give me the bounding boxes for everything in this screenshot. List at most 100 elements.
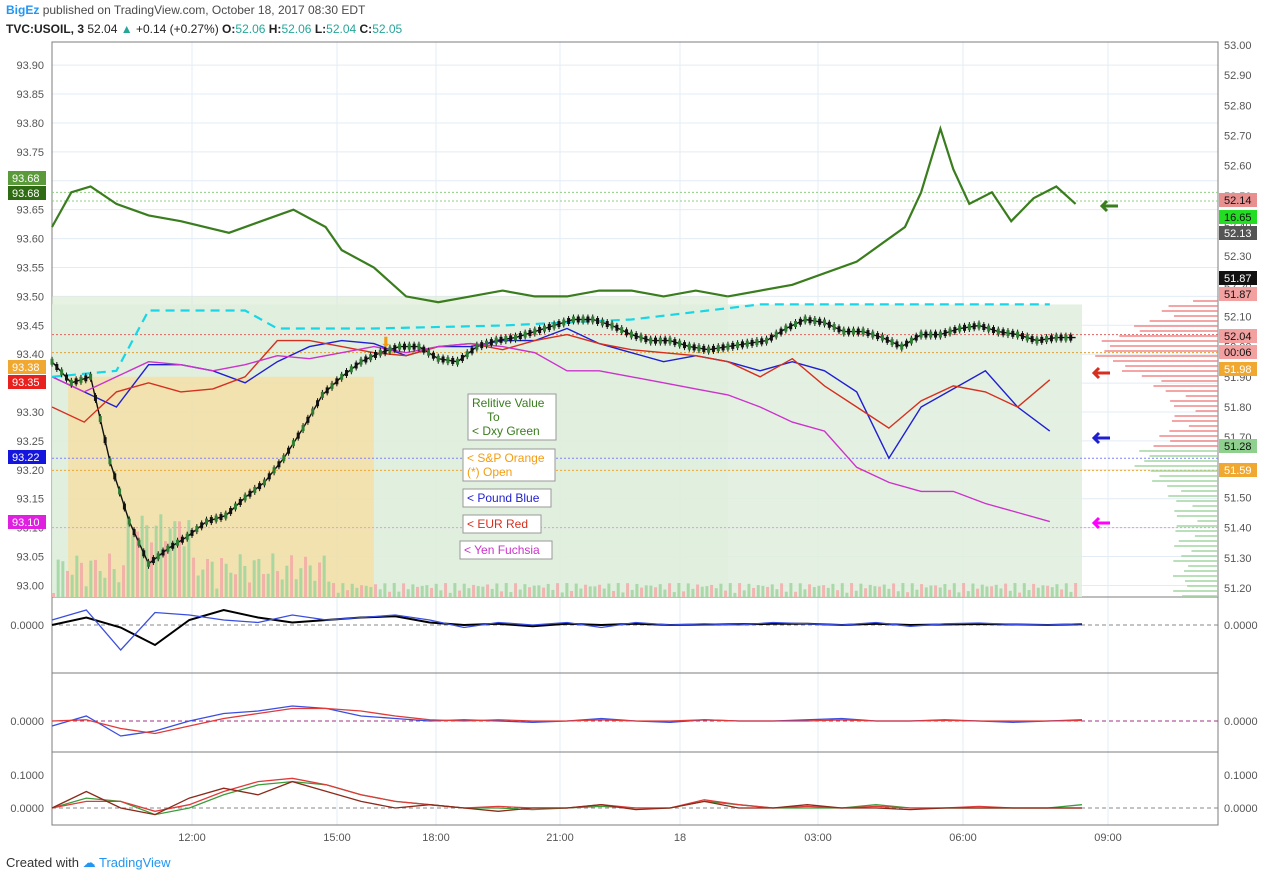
volume-bar — [658, 584, 662, 597]
volume-bar — [378, 589, 382, 597]
volume-bar — [705, 586, 709, 597]
candle-body — [514, 334, 517, 341]
volume-bar — [1064, 583, 1068, 597]
chart-svg[interactable]: 12:00 15:00 18:00 21:00 18 03:00 06:00 09:00 93.… — [0, 0, 1270, 881]
volume-bar — [691, 588, 695, 597]
volume-bar — [61, 561, 65, 597]
candle-body — [417, 343, 421, 350]
left-tick-label: 93.75 — [16, 147, 44, 159]
volume-bar — [598, 584, 602, 597]
volume-bar — [990, 586, 994, 597]
volume-bar — [332, 583, 336, 597]
volume-bar — [52, 593, 55, 597]
right-tick-label: 52.70 — [1224, 131, 1252, 143]
volume-bar — [850, 583, 854, 597]
right-price-badge-label: 00:06 — [1224, 347, 1252, 359]
volume-bar — [341, 583, 345, 597]
volume-bar — [1041, 585, 1045, 597]
volume-profile-bar — [1173, 575, 1218, 577]
volume-bar — [206, 558, 210, 597]
volume-bar — [196, 575, 200, 597]
candle-body — [678, 340, 682, 347]
volume-bar — [336, 592, 340, 597]
volume-bar — [663, 589, 667, 597]
volume-profile-bar — [1193, 300, 1218, 302]
candle-body — [74, 378, 78, 385]
candle-body — [60, 369, 64, 376]
volume-bar — [201, 569, 205, 597]
volume-bar — [929, 585, 933, 597]
candle-body — [412, 343, 416, 350]
main-pane[interactable] — [50, 124, 1219, 597]
candle-body — [499, 336, 503, 343]
volume-profile-bar — [1197, 520, 1218, 522]
candle-body — [736, 342, 740, 349]
candle-body — [668, 337, 672, 344]
volume-bar — [733, 592, 737, 597]
left-tick-label: 93.85 — [16, 89, 44, 101]
candle-body — [142, 550, 146, 557]
candle-body — [934, 331, 938, 338]
volume-bar — [122, 565, 126, 597]
candle-body — [79, 376, 83, 383]
left-tick-label: 93.20 — [16, 465, 44, 477]
left-tick-label: 93.50 — [16, 291, 44, 303]
x-tick-label: 03:00 — [804, 832, 832, 844]
candle-body — [441, 356, 445, 363]
candle-body — [253, 486, 257, 493]
volume-profile-bar — [1167, 485, 1218, 487]
volume-profile-bar — [1174, 415, 1218, 417]
candle-body — [219, 514, 223, 521]
candle-body — [620, 327, 624, 334]
volume-bar — [243, 565, 247, 597]
candle-body — [436, 355, 440, 362]
candle-body — [1049, 335, 1053, 342]
candle-body — [823, 319, 826, 326]
candle-body — [895, 341, 899, 348]
volume-bar — [770, 584, 774, 597]
candle-body — [108, 458, 112, 465]
volume-bar — [775, 589, 779, 597]
candle-body — [238, 498, 242, 505]
volume-profile-bar — [1191, 550, 1218, 552]
volume-bar — [668, 583, 672, 597]
tradingview-link[interactable]: TradingView — [99, 855, 171, 870]
volume-bar — [784, 591, 788, 597]
candle-body — [243, 494, 247, 501]
volume-bar — [294, 579, 298, 597]
candle-body — [644, 336, 648, 343]
candle-body — [431, 352, 435, 359]
candle-body — [576, 316, 580, 323]
volume-bar — [756, 585, 760, 597]
volume-bar — [546, 583, 550, 597]
volume-bar — [173, 521, 177, 597]
volume-profile-bar — [1109, 345, 1218, 347]
volume-bar — [481, 586, 485, 597]
candle-body — [1045, 336, 1049, 343]
volume-profile-bar — [1161, 380, 1218, 382]
volume-bar — [537, 585, 541, 597]
volume-bar — [1074, 583, 1078, 597]
volume-bar — [747, 583, 751, 597]
volume-bar — [1008, 590, 1012, 597]
volume-bar — [882, 584, 886, 597]
candle-body — [287, 447, 291, 454]
volume-bar — [215, 588, 219, 597]
volume-bar — [593, 586, 597, 597]
volume-profile-bar — [1161, 310, 1218, 312]
candle-body — [905, 340, 909, 347]
candle-body — [518, 333, 522, 340]
volume-bar — [238, 554, 242, 597]
candle-body — [779, 328, 783, 335]
candle-body — [842, 328, 846, 335]
volume-profile-bar — [1188, 565, 1218, 567]
left-tick-label: 93.00 — [16, 580, 44, 592]
volume-bar — [178, 521, 182, 597]
left-tick-label: 93.65 — [16, 205, 44, 217]
candle-body — [755, 339, 759, 346]
volume-bar — [411, 584, 415, 597]
volume-bar — [304, 556, 308, 597]
volume-bar — [826, 587, 830, 597]
left-tick-label: 93.60 — [16, 234, 44, 246]
candle-body — [682, 342, 686, 349]
